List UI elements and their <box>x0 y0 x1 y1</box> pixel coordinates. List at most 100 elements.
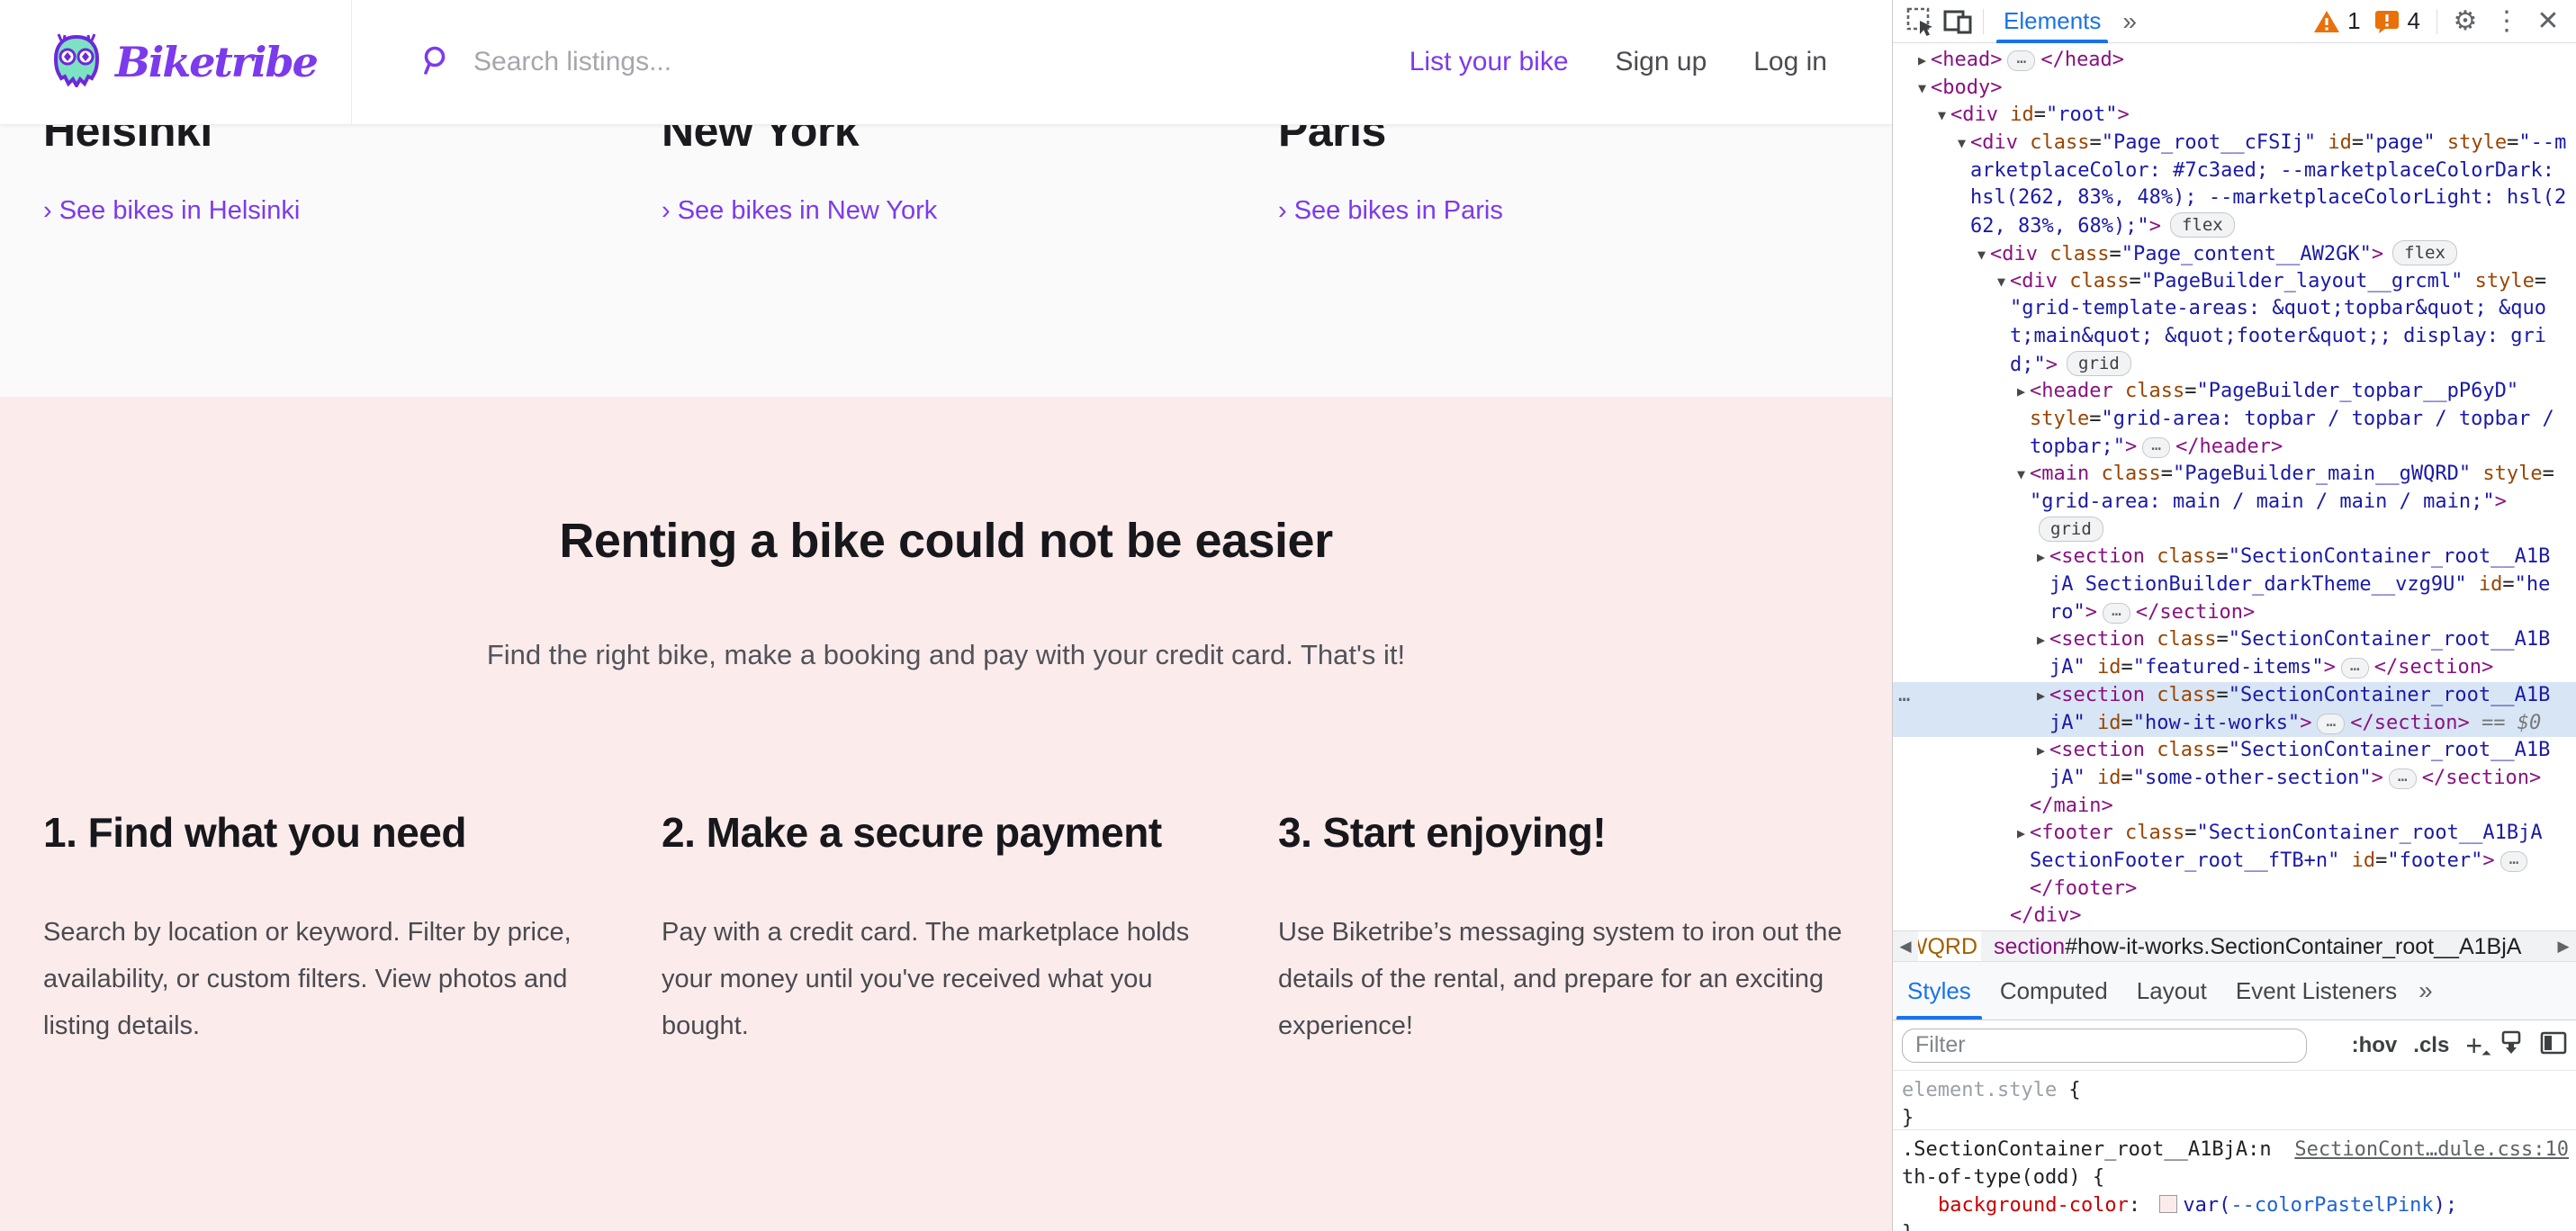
css-rule-block[interactable]: SectionCont…dule.css:10 .SectionContaine… <box>1893 1130 2576 1231</box>
more-tabs-icon[interactable]: » <box>2115 7 2144 36</box>
tab-styles[interactable]: Styles <box>1893 962 1986 1020</box>
collapsed-children-ellipsis-icon[interactable]: … <box>2341 658 2369 678</box>
device-toolbar-icon[interactable] <box>1940 4 1977 40</box>
dom-tree-row[interactable]: …▶<section class="SectionContainer_root_… <box>1893 682 2576 710</box>
dom-tree-row[interactable]: d;">grid <box>1893 351 2576 379</box>
search-input[interactable] <box>472 46 1105 78</box>
css-custom-property-link[interactable]: --colorPastelPink <box>2230 1194 2433 1217</box>
dom-tree-row[interactable]: </main> <box>1893 793 2576 821</box>
css-declaration[interactable]: background-color: var(--colorPastelPink)… <box>1902 1191 2567 1219</box>
expand-arrow-open-icon[interactable]: ▼ <box>1958 130 1970 157</box>
dom-code-segment: <div <box>1970 131 2018 154</box>
collapsed-children-ellipsis-icon[interactable]: … <box>2007 50 2035 71</box>
breadcrumb-left-arrow-icon[interactable]: ◀ <box>1893 938 1918 956</box>
devtools-breadcrumb: ◀ WQRD section#how-it-works.SectionConta… <box>1893 930 2576 962</box>
dom-tree-row[interactable]: jA" id="featured-items">…</section> <box>1893 654 2576 682</box>
element-style-block[interactable]: element.style { } <box>1893 1071 2576 1130</box>
tab-computed[interactable]: Computed <box>1986 962 2122 1020</box>
dom-tree-row[interactable]: t;main&quot; &quot;footer&quot;; display… <box>1893 323 2576 351</box>
close-devtools-icon[interactable]: ✕ <box>2529 4 2567 40</box>
expand-arrow-closed-icon[interactable]: ▶ <box>2037 544 2049 571</box>
sign-up-link[interactable]: Sign up <box>1616 47 1707 77</box>
dom-tree-row[interactable]: </div> <box>1893 903 2576 930</box>
dom-tree-row[interactable]: 62, 83%, 68%);">flex <box>1893 212 2576 240</box>
kebab-menu-icon[interactable]: ⋮ <box>2488 4 2526 40</box>
dom-tree-row[interactable]: ▶<section class="SectionContainer_root__… <box>1893 544 2576 571</box>
grid-badge[interactable]: grid <box>2067 351 2131 376</box>
collapsed-children-ellipsis-icon[interactable]: … <box>2103 603 2130 624</box>
stylesheet-source-link[interactable]: SectionCont…dule.css:10 <box>2294 1136 2569 1164</box>
dom-tree-row[interactable]: ▼<body> <box>1893 75 2576 103</box>
expand-arrow-open-icon[interactable]: ▼ <box>1918 75 1931 103</box>
dom-tree-row[interactable]: "grid-template-areas: &quot;topbar&quot;… <box>1893 295 2576 323</box>
dom-tree-row[interactable]: ▶<section class="SectionContainer_root__… <box>1893 626 2576 654</box>
dom-tree-row[interactable]: arketplaceColor: #7c3aed; --marketplaceC… <box>1893 157 2576 185</box>
more-sidebar-tabs-icon[interactable]: » <box>2411 976 2440 1005</box>
tab-layout[interactable]: Layout <box>2122 962 2221 1020</box>
breadcrumb-right-arrow-icon[interactable]: ▶ <box>2551 938 2576 956</box>
dock-sidebar-icon[interactable] <box>2540 1030 2567 1060</box>
dom-tree-row[interactable]: </footer> <box>1893 876 2576 903</box>
expand-arrow-closed-icon[interactable]: ▶ <box>2037 737 2049 765</box>
dom-code-segment: "how-it-works" <box>2133 712 2300 734</box>
grid-badge[interactable]: grid <box>2039 517 2103 542</box>
dom-tree[interactable]: ▶<head>…</head>▼<body>▼<div id="root">▼<… <box>1893 43 2576 930</box>
collapsed-children-ellipsis-icon[interactable]: … <box>2317 714 2345 734</box>
expand-arrow-open-icon[interactable]: ▼ <box>1938 102 1950 130</box>
dom-tree-row[interactable]: ▼<div class="PageBuilder_layout__grcml" … <box>1893 268 2576 296</box>
dom-tree-row[interactable]: jA SectionBuilder_darkTheme__vzg9U" id="… <box>1893 571 2576 599</box>
expand-arrow-open-icon[interactable]: ▼ <box>2017 461 2030 489</box>
breadcrumb-current-crumb[interactable]: section#how-it-works.SectionContainer_ro… <box>1981 934 2551 960</box>
new-style-rule-icon[interactable]: + <box>2465 1031 2482 1060</box>
dom-tree-row[interactable]: grid <box>1893 517 2576 544</box>
dom-tree-row[interactable]: ro">…</section> <box>1893 599 2576 627</box>
collapsed-children-ellipsis-icon[interactable]: … <box>2500 851 2528 872</box>
expand-arrow-closed-icon[interactable]: ▶ <box>2017 378 2030 406</box>
collapsed-children-ellipsis-icon[interactable]: … <box>2142 437 2170 458</box>
issues-icon[interactable] <box>2372 4 2402 40</box>
expand-arrow-closed-icon[interactable]: ▶ <box>1918 47 1931 75</box>
dom-tree-row[interactable]: ▶<head>…</head> <box>1893 47 2576 75</box>
tab-event-listeners[interactable]: Event Listeners <box>2221 962 2411 1020</box>
dom-tree-row[interactable]: SectionFooter_root__fTB+n" id="footer">… <box>1893 848 2576 876</box>
dom-tree-row[interactable]: style="grid-area: topbar / topbar / topb… <box>1893 406 2576 434</box>
dom-tree-row[interactable]: ▼<div class="Page_content__AW2GK">flex <box>1893 240 2576 268</box>
breadcrumb-previous-crumb[interactable]: WQRD <box>1918 931 1981 962</box>
collapsed-children-ellipsis-icon[interactable]: … <box>2389 768 2417 789</box>
expand-arrow-closed-icon[interactable]: ▶ <box>2037 626 2049 654</box>
tab-elements[interactable]: Elements <box>1989 0 2115 43</box>
dom-tree-row[interactable]: jA" id="how-it-works">…</section> == $0 <box>1893 710 2576 738</box>
warning-icon[interactable] <box>2311 4 2342 40</box>
styles-filter-input[interactable] <box>1902 1029 2307 1063</box>
dom-tree-row[interactable]: "grid-area: main / main / main / main;"> <box>1893 489 2576 517</box>
rendering-emulation-icon[interactable] <box>2499 1030 2524 1060</box>
dom-tree-row[interactable]: ▶<section class="SectionContainer_root__… <box>1893 737 2576 765</box>
expand-arrow-open-icon[interactable]: ▼ <box>1977 241 1990 269</box>
list-your-bike-link[interactable]: List your bike <box>1410 47 1569 77</box>
dom-tree-row[interactable]: jA" id="some-other-section">…</section> <box>1893 765 2576 793</box>
brand-logo[interactable]: Biketribe <box>52 0 317 124</box>
toggle-class-button[interactable]: .cls <box>2413 1033 2449 1058</box>
flex-badge[interactable]: flex <box>2170 212 2235 238</box>
city-link[interactable]: › See bikes in New York <box>662 196 937 226</box>
dom-tree-row[interactable]: ▶<footer class="SectionContainer_root__A… <box>1893 820 2576 848</box>
dom-tree-row[interactable]: ▼<main class="PageBuilder_main__gWQRD" s… <box>1893 461 2576 489</box>
row-gutter-ellipsis-icon[interactable]: … <box>1898 682 1910 710</box>
dom-tree-row[interactable]: ▼<div id="root"> <box>1893 102 2576 130</box>
log-in-link[interactable]: Log in <box>1753 47 1827 77</box>
dom-tree-row[interactable]: hsl(262, 83%, 48%); --marketplaceColorLi… <box>1893 184 2576 212</box>
dom-tree-row[interactable]: ▼<div class="Page_root__cFSIj" id="page"… <box>1893 130 2576 157</box>
screenshot-root: Helsinki › See bikes in Helsinki New Yor… <box>0 0 2576 1231</box>
dom-tree-row[interactable]: topbar;">…</header> <box>1893 434 2576 462</box>
dom-tree-row[interactable]: ▶<header class="PageBuilder_topbar__pP6y… <box>1893 378 2576 406</box>
flex-badge[interactable]: flex <box>2392 240 2457 265</box>
city-link[interactable]: › See bikes in Helsinki <box>43 196 300 226</box>
inspect-element-icon[interactable] <box>1902 4 1940 40</box>
settings-gear-icon[interactable]: ⚙ <box>2446 4 2484 40</box>
color-swatch[interactable] <box>2159 1195 2177 1213</box>
toggle-hover-state-button[interactable]: :hov <box>2352 1033 2398 1058</box>
expand-arrow-closed-icon[interactable]: ▶ <box>2017 820 2030 848</box>
city-link[interactable]: › See bikes in Paris <box>1278 196 1503 226</box>
expand-arrow-open-icon[interactable]: ▼ <box>1997 268 2010 296</box>
expand-arrow-closed-icon[interactable]: ▶ <box>2037 682 2049 710</box>
